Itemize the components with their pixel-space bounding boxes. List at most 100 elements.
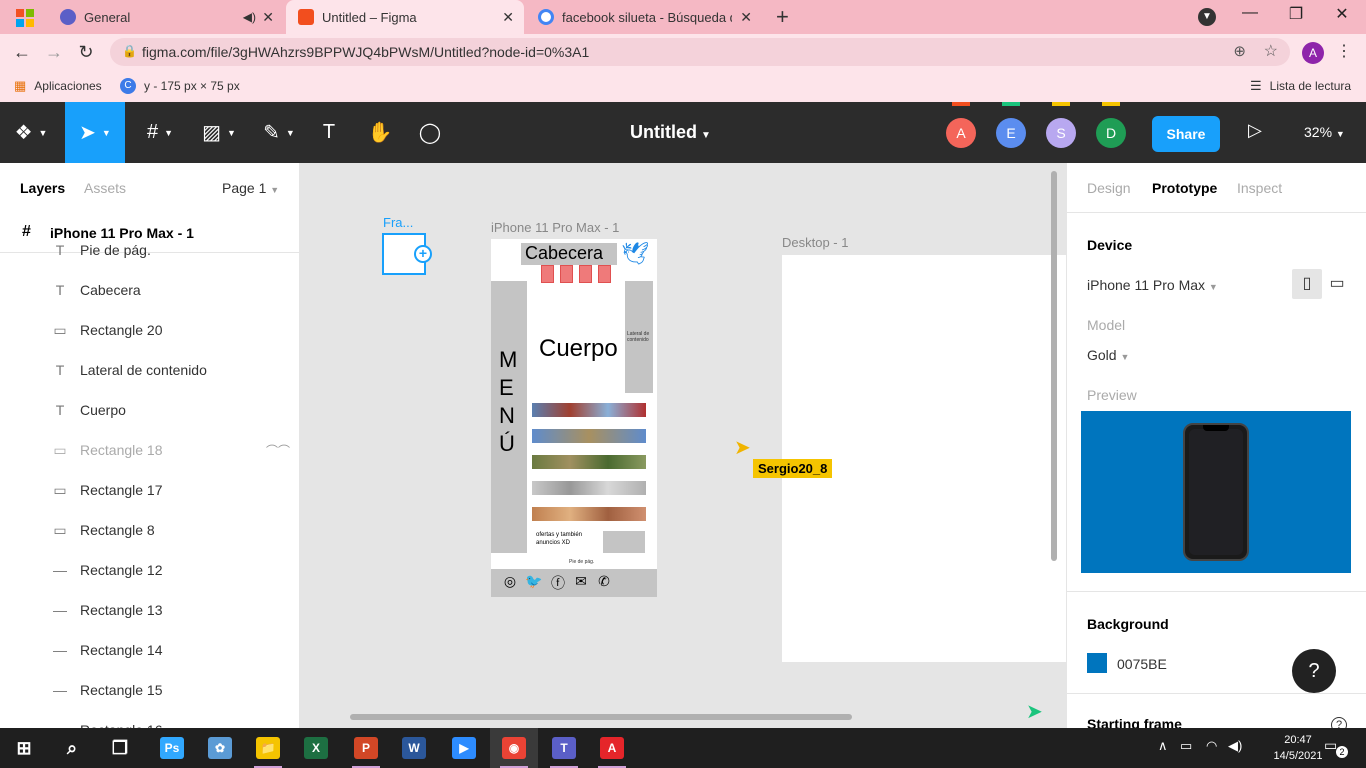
menu-kebab-icon[interactable]: ⋮: [1336, 41, 1352, 61]
tray-chevron-icon[interactable]: ∧: [1158, 738, 1168, 754]
task-view-icon[interactable]: ❐: [96, 728, 144, 768]
windows-logo-icon[interactable]: [16, 9, 34, 27]
design-canvas[interactable]: Fra... + iPhone 11 Pro Max - 1 Cabecera …: [300, 163, 1066, 728]
bookmark-canva[interactable]: C y - 175 px × 75 px: [120, 78, 240, 94]
search-icon[interactable]: ⌕: [48, 728, 96, 768]
tab-search-icon[interactable]: ▼: [1198, 8, 1216, 26]
layer-row[interactable]: T Cuerpo: [0, 391, 299, 431]
reading-list[interactable]: ☰ Lista de lectura: [1250, 78, 1351, 94]
app-icon[interactable]: ✿: [196, 728, 244, 768]
new-tab-button[interactable]: +: [776, 4, 789, 30]
right-panel-tabs: Design Prototype Inspect: [1067, 163, 1366, 213]
teams-icon[interactable]: T: [540, 728, 588, 768]
url-text[interactable]: figma.com/file/3gHWAhzrs9BPPWJQ4bPWsM/Un…: [142, 44, 589, 60]
tab-inspect[interactable]: Inspect: [1237, 180, 1282, 196]
layer-row[interactable]: — Rectangle 15: [0, 671, 299, 711]
background-heading: Background: [1087, 616, 1169, 632]
phone-frame[interactable]: Cabecera 🕊 M E N Ú Cuerpo Lateral de con…: [491, 239, 657, 597]
layer-row[interactable]: T Lateral de contenido: [0, 351, 299, 391]
hand-tool[interactable]: ✋: [362, 102, 398, 163]
collaborator-avatar[interactable]: S: [1046, 118, 1076, 148]
hidden-eye-icon[interactable]: ⌒⌒: [266, 442, 290, 459]
tab-assets[interactable]: Assets: [84, 180, 126, 196]
desktop-frame-label[interactable]: Desktop - 1: [782, 235, 848, 250]
background-color-swatch[interactable]: [1087, 653, 1107, 673]
profile-avatar[interactable]: A: [1302, 42, 1324, 64]
main-menu-button[interactable]: ❖ ▼: [8, 102, 54, 163]
comment-tool[interactable]: ◯: [412, 102, 448, 163]
layer-row[interactable]: ▭ Rectangle 18 ⌒⌒: [0, 431, 299, 471]
shape-tool[interactable]: ▨ ▼: [194, 102, 244, 163]
minimize-icon[interactable]: —: [1230, 4, 1270, 22]
collaborator-avatar[interactable]: A: [946, 118, 976, 148]
system-clock[interactable]: 20:47 14/5/2021: [1270, 732, 1326, 764]
layer-row[interactable]: — Rectangle 14: [0, 631, 299, 671]
page-selector[interactable]: Page 1 ▼: [222, 180, 279, 196]
tab-google[interactable]: facebook silueta - Búsqueda de Google ✕: [526, 0, 762, 34]
present-play-icon[interactable]: ▷: [1248, 120, 1262, 141]
phone-frame-label[interactable]: iPhone 11 Pro Max - 1: [491, 220, 619, 235]
frame-placeholder-label[interactable]: Fra...: [383, 215, 413, 230]
layer-row[interactable]: ▭ Rectangle 8: [0, 511, 299, 551]
collaborator-avatar[interactable]: D: [1096, 118, 1126, 148]
tab-general[interactable]: General ◀) ✕: [48, 0, 284, 34]
reload-icon[interactable]: ↻: [74, 40, 98, 64]
close-tab-icon[interactable]: ✕: [502, 9, 514, 26]
zoom-icon[interactable]: ⊕: [1233, 42, 1246, 60]
volume-icon[interactable]: ◀): [1228, 738, 1242, 754]
close-tab-icon[interactable]: ✕: [262, 9, 274, 26]
move-tool[interactable]: ➤ ▼: [65, 102, 125, 163]
zoom-icon[interactable]: ▶: [440, 728, 488, 768]
maximize-icon[interactable]: ❐: [1276, 4, 1316, 24]
omnibox[interactable]: 🔒 figma.com/file/3gHWAhzrs9BPPWJQ4bPWsM/…: [110, 38, 1290, 66]
background-hex-value[interactable]: 0075BE: [1117, 656, 1167, 672]
file-explorer-icon[interactable]: 📁: [244, 728, 292, 768]
forward-icon[interactable]: →: [42, 40, 66, 64]
photoshop-icon[interactable]: Ps: [148, 728, 196, 768]
portrait-orientation-icon[interactable]: ▯: [1292, 269, 1322, 299]
chrome-icon[interactable]: ◉: [490, 728, 538, 768]
pen-tool[interactable]: ✎ ▼: [254, 102, 304, 163]
tab-layers[interactable]: Layers: [20, 180, 65, 196]
layer-row[interactable]: ▭ Rectangle 20: [0, 311, 299, 351]
tab-design[interactable]: Design: [1087, 180, 1131, 196]
horizontal-scrollbar[interactable]: [350, 714, 852, 720]
device-dropdown[interactable]: iPhone 11 Pro Max ▼: [1087, 277, 1218, 293]
lock-icon[interactable]: 🔒: [122, 44, 137, 58]
frame-tool[interactable]: # ▼: [136, 102, 184, 163]
layer-row[interactable]: ▭ Rectangle 17: [0, 471, 299, 511]
layer-row[interactable]: — Rectangle 13: [0, 591, 299, 631]
layer-row[interactable]: —Rectangle 16: [0, 711, 299, 728]
speaker-icon[interactable]: ◀): [243, 10, 256, 24]
powerpoint-icon[interactable]: P: [342, 728, 390, 768]
close-tab-icon[interactable]: ✕: [740, 9, 752, 26]
layer-row[interactable]: — Rectangle 12: [0, 551, 299, 591]
vertical-scrollbar[interactable]: [1051, 171, 1057, 561]
bookmark-star-icon[interactable]: ☆: [1264, 41, 1278, 61]
start-button[interactable]: ⊞: [0, 728, 48, 768]
model-dropdown[interactable]: Gold ▼: [1087, 347, 1129, 363]
share-button[interactable]: Share: [1152, 116, 1220, 152]
layer-row[interactable]: T Pie de pág.: [0, 231, 299, 271]
question-icon[interactable]: ?: [1331, 717, 1347, 728]
taskbar-glyph: 📁: [256, 737, 280, 759]
chevron-down-icon: ▼: [1208, 282, 1218, 292]
word-icon[interactable]: W: [390, 728, 438, 768]
landscape-orientation-icon[interactable]: ▭: [1322, 269, 1352, 299]
tab-prototype[interactable]: Prototype: [1152, 180, 1217, 196]
excel-icon[interactable]: X: [292, 728, 340, 768]
help-button[interactable]: ?: [1292, 649, 1336, 693]
add-plus-icon[interactable]: +: [414, 245, 432, 263]
zoom-level-dropdown[interactable]: 32% ▼: [1304, 124, 1345, 140]
text-tool[interactable]: T: [312, 102, 346, 163]
wifi-icon[interactable]: ◠: [1206, 738, 1217, 754]
tab-figma[interactable]: Untitled – Figma ✕: [286, 0, 524, 34]
acrobat-icon[interactable]: A: [588, 728, 636, 768]
battery-icon[interactable]: ▭: [1180, 738, 1192, 754]
document-title[interactable]: Untitled ▼: [630, 122, 711, 143]
close-window-icon[interactable]: ✕: [1322, 4, 1362, 24]
collaborator-avatar[interactable]: E: [996, 118, 1026, 148]
back-icon[interactable]: ←: [10, 40, 34, 64]
layer-row[interactable]: T Cabecera: [0, 271, 299, 311]
bookmark-apps[interactable]: ▦ Aplicaciones: [14, 78, 102, 94]
